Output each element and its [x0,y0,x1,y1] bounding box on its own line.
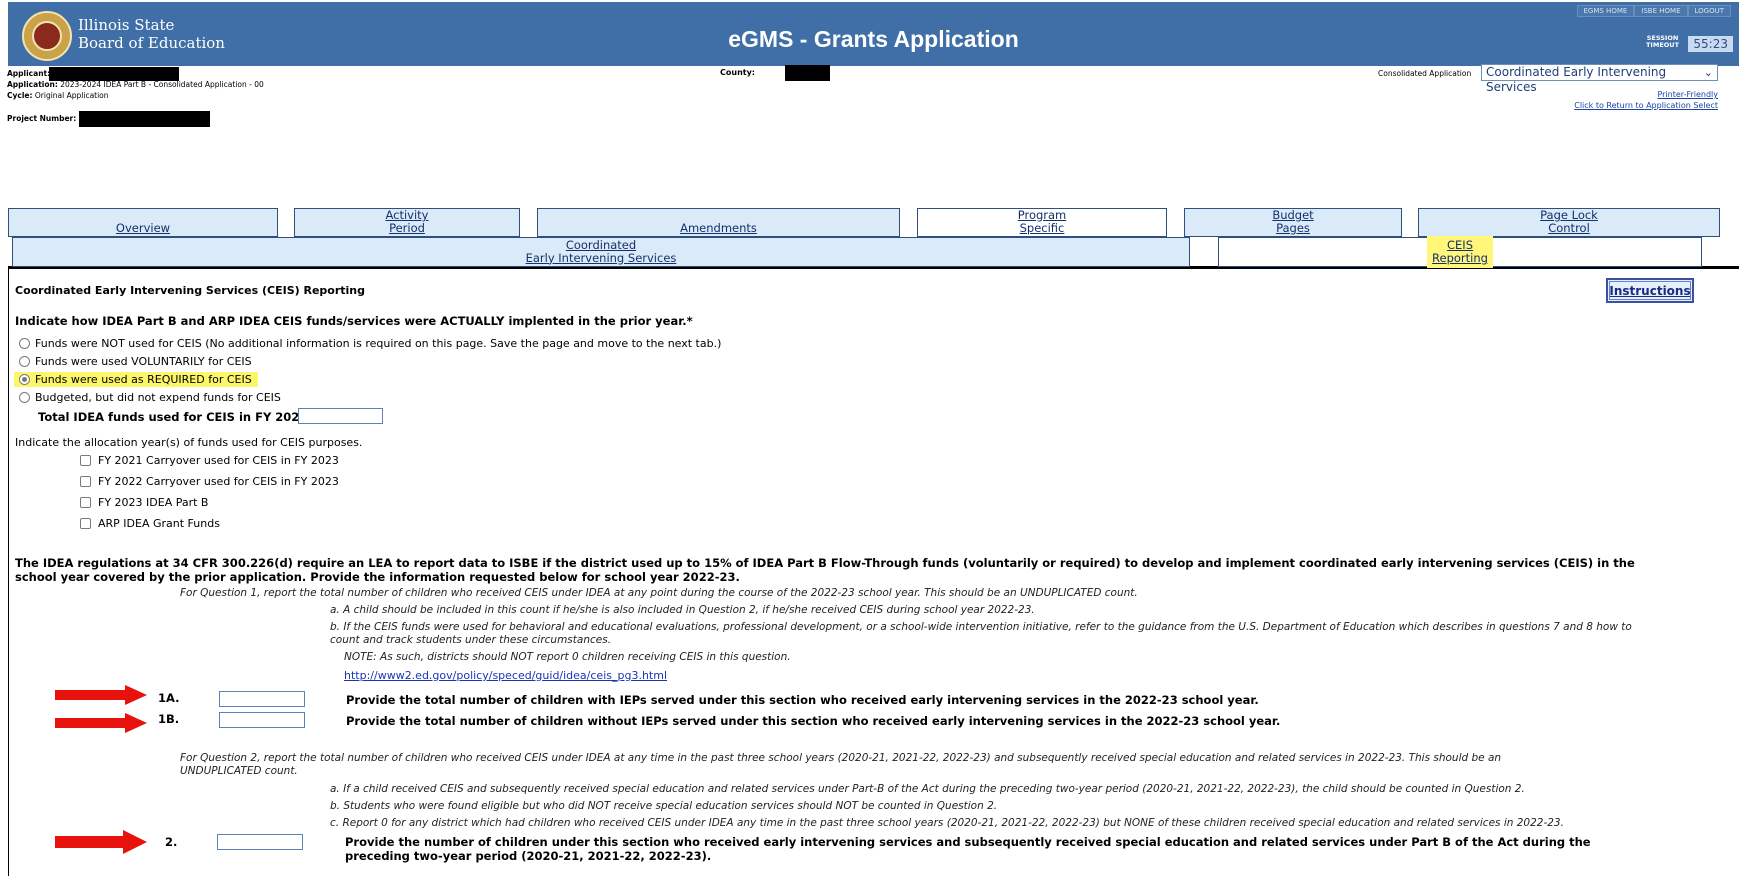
egms-home-link[interactable]: EGMS HOME [1576,5,1635,17]
total-funds-input[interactable] [298,408,383,424]
q2-intro: For Question 2, report the total number … [180,752,1502,777]
radio-button-selected[interactable] [19,374,30,385]
ed-guidance-link[interactable]: http://www2.ed.gov/policy/speced/guid/id… [344,669,667,682]
tab-program-specific[interactable]: Program Specific [917,208,1167,237]
q1-intro: For Question 1, report the total number … [180,587,1138,599]
radio-button[interactable] [19,392,30,403]
tab-overview[interactable]: Overview [8,208,278,237]
subtab-ceis-reporting[interactable]: CEIS Reporting [1218,235,1702,268]
tab-budget-pages[interactable]: Budget Pages [1184,208,1402,237]
radio-button[interactable] [19,356,30,367]
q1-note-b: b. If the CEIS funds were used for behav… [330,621,1632,646]
tab-amendments[interactable]: Amendments [537,208,900,237]
subtab-ceis[interactable]: Coordinated Early Intervening Services [12,237,1190,267]
radio-option-not-used[interactable]: Funds were NOT used for CEIS (No additio… [19,337,721,350]
q1b-number: 1B. [158,712,180,726]
instructions-button[interactable]: Instructions [1606,278,1694,303]
checkbox[interactable] [80,476,91,487]
allocation-label: Indicate the allocation year(s) of funds… [15,436,363,449]
applicant-label: Applicant: [7,69,51,78]
app-header: Illinois State Board of Education eGMS -… [8,2,1739,66]
implementation-question: Indicate how IDEA Part B and ARP IDEA CE… [15,314,693,328]
radio-button[interactable] [19,338,30,349]
application-row: Application: 2023-2024 IDEA Part B - Con… [7,80,264,89]
q2-number: 2. [165,835,178,849]
checkbox[interactable] [80,497,91,508]
session-timeout-label: SESSION TIMEOUT [1646,34,1679,49]
ceis-reporting-label: CEIS Reporting [1427,235,1493,268]
section-title: Coordinated Early Intervening Services (… [15,284,366,297]
consolidated-select[interactable]: Coordinated Early Intervening Services ⌄ [1481,64,1718,94]
q1b-input[interactable] [219,712,305,728]
regulation-text: The IDEA regulations at 34 CFR 300.226(d… [15,556,1635,584]
application-value: 2023-2024 IDEA Part B - Consolidated App… [60,80,264,89]
q1a-input[interactable] [219,691,305,707]
q1-note-a: a. A child should be included in this co… [330,604,1035,616]
checkbox[interactable] [80,455,91,466]
consolidated-label: Consolidated Application [1378,69,1472,78]
content-left-border [8,269,9,876]
q2-note-b: b. Students who were found eligible but … [330,800,998,812]
logout-link[interactable]: LOGOUT [1687,5,1731,17]
session-timer: 55:23 [1688,36,1733,52]
applicant-redacted [48,67,179,81]
red-arrow-icon [55,830,147,854]
q2-input[interactable] [217,834,303,850]
return-link[interactable]: Click to Return to Application Select [1574,101,1718,110]
q2-note-a: a. If a child received CEIS and subseque… [330,783,1525,795]
cycle-row: Cycle: Original Application [7,91,109,100]
radio-option-not-expended[interactable]: Budgeted, but did not expend funds for C… [19,391,281,404]
red-arrow-icon [55,685,147,705]
q1a-number: 1A. [158,691,180,705]
isbe-home-link[interactable]: ISBE HOME [1634,5,1688,17]
county-redacted [785,65,830,81]
tab-page-lock-control[interactable]: Page Lock Control [1418,208,1720,237]
radio-option-required[interactable]: Funds were used as REQUIRED for CEIS [14,372,258,387]
project-number-row: Project Number: [7,111,210,127]
checkbox[interactable] [80,518,91,529]
q1a-text: Provide the total number of children wit… [346,693,1259,707]
page-title: eGMS - Grants Application [728,26,1019,52]
q1b-text: Provide the total number of children wit… [346,714,1281,728]
cycle-value: Original Application [34,91,109,100]
checkbox-arp-idea[interactable]: ARP IDEA Grant Funds [80,517,220,530]
chevron-down-icon: ⌄ [1703,66,1713,79]
q2-text: Provide the number of children under thi… [345,835,1591,863]
tab-activity-period[interactable]: Activity Period [294,208,520,237]
checkbox-fy2021-carryover[interactable]: FY 2021 Carryover used for CEIS in FY 20… [80,454,339,467]
applicant-row: Applicant: [7,67,179,81]
total-funds-label: Total IDEA funds used for CEIS in FY 202… [38,410,308,424]
checkbox-fy2022-carryover[interactable]: FY 2022 Carryover used for CEIS in FY 20… [80,475,339,488]
top-links: EGMS HOME ISBE HOME LOGOUT [1576,5,1731,17]
checkbox-fy2023-idea[interactable]: FY 2023 IDEA Part B [80,496,208,509]
printer-friendly-link[interactable]: Printer-Friendly [1657,90,1718,99]
q1-note: NOTE: As such, districts should NOT repo… [344,651,791,663]
q2-note-c: c. Report 0 for any district which had c… [330,817,1564,829]
county-label: County: [720,68,755,77]
project-number-redacted [78,111,210,127]
red-arrow-icon [55,713,147,733]
radio-option-voluntarily[interactable]: Funds were used VOLUNTARILY for CEIS [19,355,252,368]
